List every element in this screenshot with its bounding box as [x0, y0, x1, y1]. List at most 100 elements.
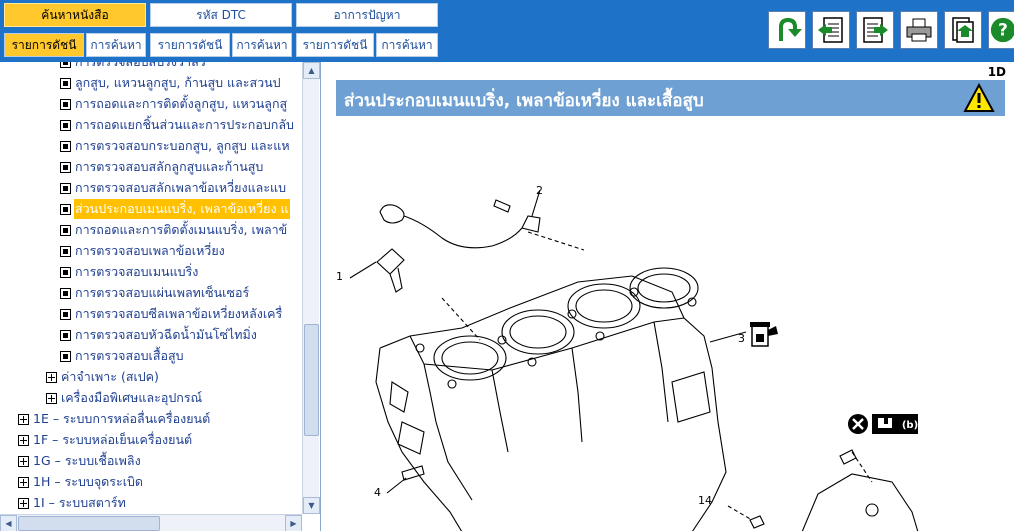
document-icon: [60, 350, 71, 362]
document-icon: [60, 308, 71, 320]
tree-item[interactable]: การตรวจสอบสปริงวาล์ว: [60, 62, 207, 72]
tree-item[interactable]: การตรวจสอบสลักเพลาข้อเหวี่ยงและแบ: [60, 178, 287, 198]
horizontal-scrollbar[interactable]: ◀ ▶: [0, 514, 302, 531]
tree-item[interactable]: การถอดแยกชิ้นส่วนและการประกอบกลับ: [60, 115, 295, 135]
warning-icon[interactable]: [963, 83, 995, 113]
document-icon: [60, 161, 71, 173]
expand-plus-icon[interactable]: [18, 413, 29, 425]
scroll-left-arrow-icon[interactable]: ◀: [0, 515, 17, 531]
tree-item[interactable]: การตรวจสอบหัวฉีดน้ำมันโซ่ไทมิ่ง: [60, 325, 258, 345]
subtab-index-list-1[interactable]: รายการดัชนี: [4, 33, 84, 57]
expand-plus-icon[interactable]: [18, 497, 29, 509]
tree-item[interactable]: การถอดและการติดตั้งลูกสูบ, แหวนลูกสู: [60, 94, 288, 114]
tree-item[interactable]: การตรวจสอบซีลเพลาข้อเหวี่ยงหลังเครื่: [60, 304, 283, 324]
document-icon: [60, 140, 71, 152]
vertical-scrollbar[interactable]: ▲ ▼: [302, 62, 320, 514]
tree-item-label: ส่วนประกอบเมนแบริ่ง, เพลาข้อเหวี่ยง แ: [74, 199, 290, 219]
next-page-icon: [863, 17, 888, 43]
do-not-reuse-icon: [848, 414, 868, 434]
next-page-button[interactable]: [856, 11, 894, 49]
tree-item[interactable]: 1I – ระบบสตาร์ท: [18, 493, 127, 513]
expand-plus-icon[interactable]: [46, 392, 57, 404]
document-icon: [60, 203, 71, 215]
print-icon: [906, 18, 932, 42]
tree-item[interactable]: 1E – ระบบการหล่อลื่นเครื่องยนต์: [18, 409, 211, 429]
tab-symptoms[interactable]: อาการปัญหา: [296, 3, 438, 27]
tree-item-label: การตรวจสอบเพลาข้อเหวี่ยง: [75, 243, 225, 258]
previous-page-button[interactable]: [812, 11, 850, 49]
tree-item[interactable]: 1G – ระบบเชื้อเพลิง: [18, 451, 142, 471]
engine-block-diagram: 1 2 3 4 14 (b): [336, 184, 919, 531]
tree-item-label: การตรวจสอบสปริงวาล์ว: [74, 62, 207, 72]
tree-item[interactable]: การตรวจสอบเมนแบริ่ง: [60, 262, 199, 282]
callout-4: 4: [374, 486, 381, 499]
navigation-tree-panel: การตรวจสอบสปริงวาล์วลูกสูบ, แหวนลูกสูบ, …: [0, 62, 321, 531]
back-button[interactable]: [768, 11, 806, 49]
tree-item-label: 1H – ระบบจุดระเบิด: [33, 474, 144, 489]
document-icon: [60, 98, 71, 110]
document-icon: [60, 245, 71, 257]
scroll-right-arrow-icon[interactable]: ▶: [285, 515, 302, 531]
expand-plus-icon[interactable]: [46, 371, 57, 383]
tree-item[interactable]: 1H – ระบบจุดระเบิด: [18, 472, 144, 492]
bookmark-export-button[interactable]: [944, 11, 982, 49]
title-bar: ส่วนประกอบเมนแบริ่ง, เพลาข้อเหวี่ยง และเ…: [336, 80, 1005, 116]
document-icon: [60, 77, 71, 89]
help-button[interactable]: ?: [988, 11, 1014, 49]
bookmark-export-icon: [952, 17, 974, 43]
expand-plus-icon[interactable]: [18, 455, 29, 467]
tree-list: การตรวจสอบสปริงวาล์วลูกสูบ, แหวนลูกสูบ, …: [0, 62, 302, 514]
section-code: 1D: [987, 65, 1006, 79]
document-icon: [60, 329, 71, 341]
tree-item[interactable]: เครื่องมือพิเศษและอุปกรณ์: [46, 388, 203, 408]
tree-item-label: การตรวจสอบหัวฉีดน้ำมันโซ่ไทมิ่ง: [75, 327, 257, 342]
torque-wrench-icon: (b): [872, 414, 918, 434]
callout-2: 2: [536, 184, 543, 197]
callout-3: 3: [738, 332, 745, 345]
subtab-search-3[interactable]: การค้นหา: [376, 33, 438, 57]
expand-plus-icon[interactable]: [18, 476, 29, 488]
tree-item-label: ค่าจำเพาะ (สเปค): [61, 369, 159, 384]
tree-item[interactable]: การตรวจสอบแผ่นเพลทเซ็นเซอร์: [60, 283, 250, 303]
previous-page-icon: [818, 17, 843, 43]
oil-can-icon: [750, 322, 778, 347]
document-icon: [60, 287, 71, 299]
subtab-search-2[interactable]: การค้นหา: [232, 33, 292, 57]
page-title: ส่วนประกอบเมนแบริ่ง, เพลาข้อเหวี่ยง และเ…: [344, 91, 704, 111]
tree-item-label: การตรวจสอบเมนแบริ่ง: [75, 264, 199, 279]
document-icon: [60, 119, 71, 131]
tree-item[interactable]: การตรวจสอบเพลาข้อเหวี่ยง: [60, 241, 226, 261]
tab-book-search[interactable]: ค้นหาหนังสือ: [4, 3, 146, 27]
tab-dtc-code[interactable]: รหัส DTC: [150, 3, 292, 27]
subtab-search-1[interactable]: การค้นหา: [86, 33, 146, 57]
tree-item[interactable]: การถอดและการติดตั้งเมนแบริ่ง, เพลาข้: [60, 220, 288, 240]
scroll-up-arrow-icon[interactable]: ▲: [303, 62, 320, 79]
subtab-index-list-2[interactable]: รายการดัชนี: [150, 33, 230, 57]
print-button[interactable]: [900, 11, 938, 49]
tree-item-selected[interactable]: ส่วนประกอบเมนแบริ่ง, เพลาข้อเหวี่ยง แ: [60, 199, 290, 219]
tree-item-label: การตรวจสอบซีลเพลาข้อเหวี่ยงหลังเครื่: [75, 306, 283, 321]
tree-item-label: การถอดและการติดตั้งลูกสูบ, แหวนลูกสู: [75, 96, 288, 111]
tree-item-label: การตรวจสอบกระบอกสูบ, ลูกสูบ และแห: [75, 138, 290, 153]
document-icon: [60, 62, 71, 68]
expand-plus-icon[interactable]: [18, 434, 29, 446]
horizontal-scroll-thumb[interactable]: [18, 516, 160, 531]
tree-item[interactable]: ค่าจำเพาะ (สเปค): [46, 367, 160, 387]
tree-item-label: การตรวจสอบแผ่นเพลทเซ็นเซอร์: [75, 285, 250, 300]
tree-item-label: การถอดและการติดตั้งเมนแบริ่ง, เพลาข้: [75, 222, 288, 237]
scroll-down-arrow-icon[interactable]: ▼: [303, 497, 320, 514]
tree-item-label: การถอดแยกชิ้นส่วนและการประกอบกลับ: [75, 117, 294, 132]
tree-item-label: การตรวจสอบสลักเพลาข้อเหวี่ยงและแบ: [75, 180, 287, 195]
subtab-index-list-3[interactable]: รายการดัชนี: [296, 33, 374, 57]
tree-item[interactable]: การตรวจสอบเสื้อสูบ: [60, 346, 185, 366]
callout-14: 14: [698, 494, 712, 507]
tree-item-label: 1F – ระบบหล่อเย็นเครื่องยนต์: [33, 432, 193, 447]
tree-item-label: 1I – ระบบสตาร์ท: [33, 495, 126, 510]
tree-item-label: เครื่องมือพิเศษและอุปกรณ์: [61, 390, 203, 405]
vertical-scroll-thumb[interactable]: [304, 324, 319, 436]
tree-item[interactable]: ลูกสูบ, แหวนลูกสูบ, ก้านสูบ และสวนป: [60, 73, 282, 93]
tree-item[interactable]: การตรวจสอบสลักลูกสูบและก้านสูบ: [60, 157, 264, 177]
tree-item[interactable]: การตรวจสอบกระบอกสูบ, ลูกสูบ และแห: [60, 136, 291, 156]
tree-item[interactable]: 1F – ระบบหล่อเย็นเครื่องยนต์: [18, 430, 193, 450]
torque-label: (b): [902, 420, 918, 431]
